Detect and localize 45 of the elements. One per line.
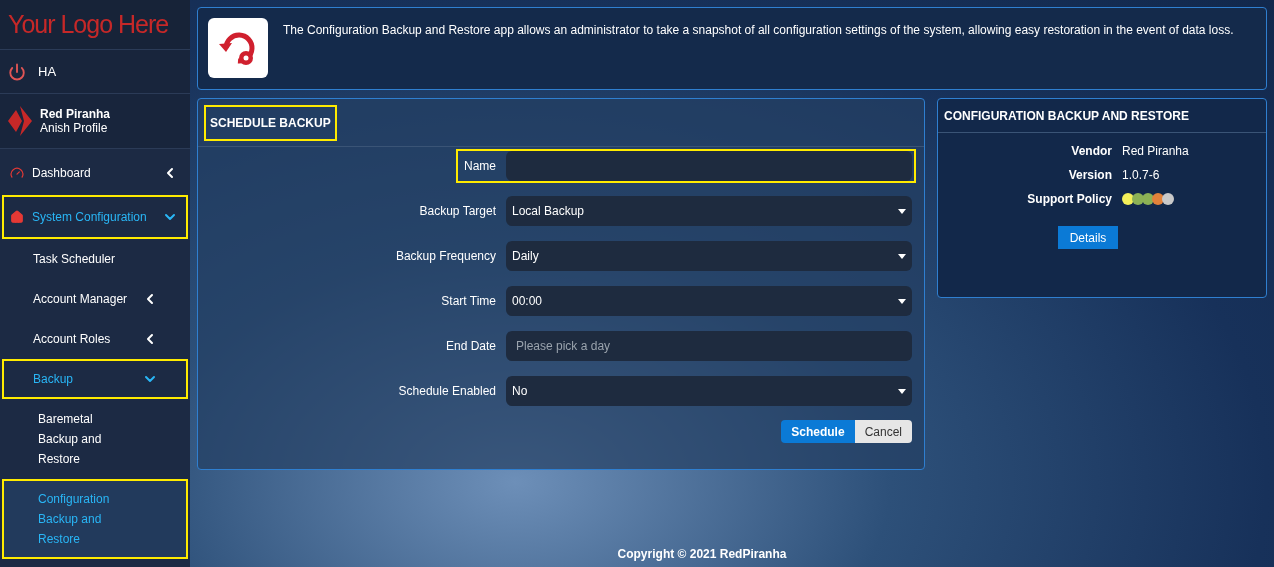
sidebar-item[interactable]: Account Roles: [2, 319, 188, 359]
caret-icon: [898, 388, 906, 394]
dropdown[interactable]: Local Backup: [506, 196, 912, 226]
sidebar-item[interactable]: Backup: [2, 359, 188, 399]
power-item[interactable]: HA: [0, 50, 190, 94]
caret-icon: [898, 208, 906, 214]
field-label: Schedule Enabled: [397, 383, 496, 400]
field-label: Backup Frequency: [394, 248, 496, 265]
field-label: Name: [463, 158, 496, 175]
gauge-icon: [10, 166, 24, 180]
logo-text: Your Logo Here: [8, 8, 169, 40]
panel-title: CONFIGURATION BACKUP AND RESTORE: [944, 107, 1189, 125]
details-button[interactable]: Details: [1057, 226, 1119, 249]
sidebar-item[interactable]: System Configuration: [2, 195, 188, 239]
profile-subtitle: Anish Profile: [40, 121, 109, 135]
info-label: Version: [1067, 167, 1112, 184]
date-field[interactable]: Please pick a day: [506, 331, 912, 361]
field-label: Start Time: [440, 293, 496, 310]
power-icon: [8, 62, 26, 81]
backup-restore-app-icon: [208, 18, 268, 78]
field-label: End Date: [444, 338, 496, 355]
copyright-text: Copyright © 2021 RedPiranha: [617, 546, 788, 563]
schedule-button[interactable]: Schedule: [781, 420, 855, 443]
profile-name: Red Piranha: [40, 107, 111, 121]
dropdown[interactable]: Daily: [506, 241, 912, 271]
info-value: Red Piranha: [1122, 143, 1189, 160]
info-label: Vendor: [1070, 143, 1112, 160]
sidebar-item[interactable]: Baremetal Backup and Restore: [2, 399, 188, 479]
sidebar-item[interactable]: Account Manager: [2, 279, 188, 319]
dropdown[interactable]: No: [506, 376, 912, 406]
caret-icon: [898, 253, 906, 259]
caret-icon: [898, 298, 906, 304]
field-label: Backup Target: [418, 203, 496, 220]
cancel-button[interactable]: Cancel: [854, 420, 912, 443]
app-description: The Configuration Backup and Restore app allows an administrator to take a snapshot of all configuration settings of the system, allowing easy restoration in the event of data loss.: [283, 22, 1234, 39]
info-value: 1.0.7-6: [1122, 167, 1160, 184]
name-input[interactable]: [506, 151, 912, 181]
info-label: Support Policy: [1026, 191, 1112, 208]
dropdown[interactable]: 00:00: [506, 286, 912, 316]
piranha-logo-icon: [8, 106, 32, 136]
sidebar-item[interactable]: Dashboard: [2, 151, 188, 195]
panel-title: SCHEDULE BACKUP: [204, 104, 337, 141]
sidebar-item[interactable]: Configuration Backup and Restore: [2, 479, 188, 559]
sidebar-item[interactable]: Task Scheduler: [2, 239, 188, 279]
home-icon: [10, 210, 24, 224]
